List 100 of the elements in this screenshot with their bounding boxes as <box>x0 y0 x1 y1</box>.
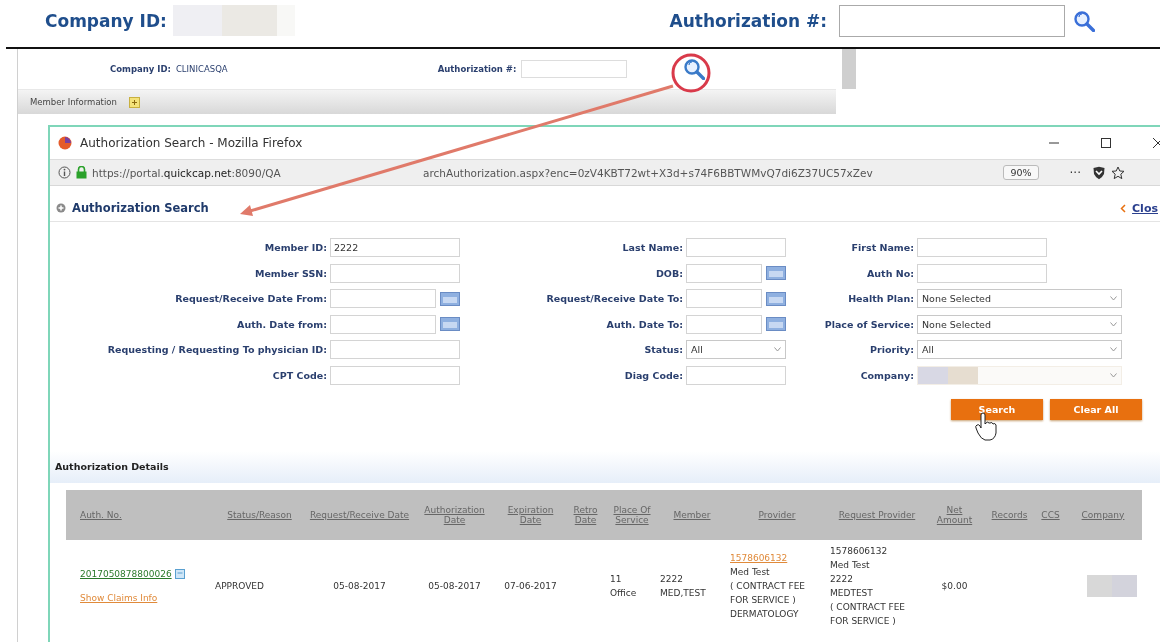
dropdown-caret-icon[interactable] <box>1110 296 1117 301</box>
field-label: Last Name: <box>621 242 683 253</box>
dropdown-caret-icon[interactable] <box>1110 347 1117 352</box>
cell-text: Med Test <box>830 558 871 572</box>
text-input[interactable] <box>330 263 460 283</box>
text-input[interactable] <box>330 365 460 385</box>
date-input[interactable] <box>330 289 436 308</box>
authorization-link[interactable]: 2017050878800026 <box>80 566 172 581</box>
date-input[interactable] <box>686 314 762 334</box>
cell-text: $0.00 <box>940 579 969 593</box>
calendar-icon[interactable] <box>440 317 460 331</box>
dropdown-caret-icon[interactable] <box>1110 372 1117 378</box>
dropdown-caret-icon[interactable] <box>774 347 781 352</box>
window-title: Authorization Search - Mozilla Firefox <box>80 136 304 150</box>
info-link[interactable]: 1578606132 <box>730 550 824 565</box>
expand-icon[interactable] <box>128 96 140 108</box>
text-input[interactable]: 2222 <box>330 238 460 257</box>
column-header[interactable]: Records <box>982 489 1037 540</box>
column-header[interactable]: Auth. No. <box>66 489 212 540</box>
cell-text: 11 <box>610 572 623 586</box>
cell-text: MED,TEST <box>660 586 707 600</box>
column-header[interactable]: Authorization Date <box>412 489 497 540</box>
calendar-icon[interactable] <box>766 317 786 331</box>
dropdown[interactable]: All <box>686 340 786 359</box>
column-header[interactable]: Company <box>1064 489 1142 540</box>
cell-text: 2222 <box>830 572 854 586</box>
date-input[interactable] <box>686 289 762 308</box>
dropdown[interactable]: None Selected <box>917 289 1122 308</box>
text-input[interactable] <box>686 238 786 257</box>
cell-text: ( CONTRACT FEE FOR SERVICE ) <box>830 600 907 628</box>
url-text[interactable]: https://portal.quickcap.net:8090/QA <box>92 166 360 179</box>
column-header[interactable]: Net Amount <box>927 489 982 540</box>
column-header[interactable]: Retro Date <box>564 489 607 540</box>
hand-cursor-icon <box>975 412 997 441</box>
date-input[interactable] <box>686 263 762 283</box>
close-link[interactable]: Clos <box>1132 201 1160 215</box>
field-label: First Name: <box>850 242 914 253</box>
cell-text: Med Test <box>730 565 771 579</box>
column-header[interactable]: Expiration Date <box>497 489 564 540</box>
field-label: Priority: <box>869 344 914 355</box>
field-label: Company ID: <box>45 10 167 31</box>
cell-text: 05-08-2017 <box>332 579 387 593</box>
cell-text: APPROVED <box>215 579 265 593</box>
column-header[interactable]: Request/Receive Date <box>307 489 412 540</box>
cell-text: 05-08-2017 <box>427 579 482 593</box>
shield-icon[interactable] <box>1092 165 1106 180</box>
calendar-icon[interactable] <box>766 266 786 280</box>
column-header[interactable]: Status/Reason <box>212 489 307 540</box>
maximize-icon[interactable] <box>1100 137 1112 149</box>
document-icon[interactable] <box>174 568 185 579</box>
field-label: Auth. Date To: <box>605 318 683 330</box>
star-icon[interactable] <box>1111 165 1125 180</box>
text-input[interactable] <box>917 263 1047 283</box>
lock-icon[interactable] <box>76 166 87 179</box>
column-header[interactable]: Request Provider <box>827 489 927 540</box>
panel-title: Authorization Search <box>72 201 210 215</box>
url-text[interactable]: archAuthorization.aspx?enc=0zV4KBT72wt+X3d+s74F6BBTWMvQ7di6Z37UC57xZev <box>423 166 999 179</box>
close-icon[interactable] <box>1152 137 1160 149</box>
section-title: Member Information <box>30 97 117 107</box>
search-button[interactable]: Search <box>951 398 1043 420</box>
redacted-value <box>918 366 978 384</box>
browser-logo-icon <box>58 136 72 150</box>
info-link[interactable]: Show Claims Info <box>80 590 209 605</box>
cell-text: 1578606132 <box>830 544 889 558</box>
zoom-level[interactable]: 90% <box>1003 165 1039 180</box>
field-label: Requesting / Requesting To physician ID: <box>106 344 327 355</box>
more-actions[interactable]: ··· <box>1069 165 1081 180</box>
field-label: Authorization #: <box>669 10 827 31</box>
dropdown-caret-icon[interactable] <box>1110 321 1117 327</box>
clear-button[interactable]: Clear All <box>1050 398 1142 420</box>
field-label: DOB: <box>655 267 683 279</box>
search-icon[interactable] <box>1073 9 1095 32</box>
dropdown[interactable]: All <box>917 340 1122 359</box>
text-input[interactable] <box>917 238 1047 257</box>
text-input[interactable] <box>686 365 786 385</box>
info-icon[interactable] <box>58 166 71 179</box>
field-label: Member ID: <box>263 242 327 253</box>
column-header[interactable]: Place Of Service <box>607 489 657 540</box>
column-header[interactable]: Provider <box>727 489 827 540</box>
redacted-value <box>1087 574 1137 597</box>
cell-text: 2222 <box>660 572 684 586</box>
cell-text: Office <box>610 586 638 600</box>
field-label: Auth No: <box>866 267 914 279</box>
cell-text: 07-06-2017 <box>503 579 558 593</box>
authorization-input[interactable] <box>839 4 1065 37</box>
dropdown[interactable] <box>917 365 1122 385</box>
section-title: Authorization Details <box>55 461 169 472</box>
cell-text: DERMATOLOGY <box>730 607 800 621</box>
date-input[interactable] <box>330 314 436 334</box>
dropdown[interactable]: None Selected <box>917 314 1122 334</box>
calendar-icon[interactable] <box>766 291 786 306</box>
calendar-icon[interactable] <box>440 291 460 306</box>
field-label: Status: <box>643 344 683 355</box>
field-label: Place of Service: <box>823 318 914 330</box>
column-header[interactable]: Member <box>657 489 727 540</box>
search-icon[interactable] <box>683 58 706 80</box>
highlight-circle <box>671 53 711 93</box>
field-label: CPT Code: <box>271 369 327 381</box>
text-input[interactable] <box>330 340 460 359</box>
column-header[interactable]: CCS <box>1037 489 1064 540</box>
